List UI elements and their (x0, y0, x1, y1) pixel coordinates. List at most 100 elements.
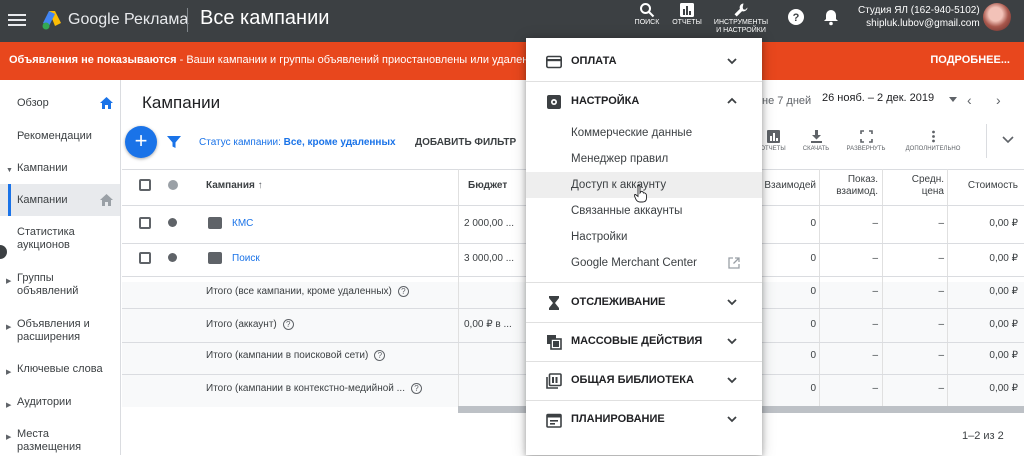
sidebar-item-audiences[interactable]: ▶ Аудитории (0, 396, 120, 410)
sidebar-item-placements[interactable]: ▶ Места размещения (0, 428, 120, 456)
menu-section-tracking[interactable]: ОТСЛЕЖИВАНИЕ (526, 283, 762, 322)
fullscreen-icon (859, 130, 873, 143)
cost-cell: 0,00 ₽ (989, 253, 1018, 264)
menu-item-business-data[interactable]: Коммерческие данные (526, 120, 762, 146)
column-header-avg-cost[interactable]: Средн. цена (886, 174, 944, 198)
date-preset[interactable]: не 7 дней (762, 95, 811, 107)
library-icon (546, 373, 562, 389)
sidebar-item-recommendations[interactable]: Рекомендации (0, 130, 120, 144)
budget-cell[interactable]: 2 000,00 ... (464, 218, 514, 229)
date-range[interactable]: 26 нояб. – 2 дек. 2019 (822, 92, 934, 104)
menu-item-label: Связанные аккаунты (571, 205, 683, 217)
rate-cell: – (872, 253, 878, 264)
status-column-icon (168, 180, 178, 190)
account-info[interactable]: Студия ЯЛ (162-940-5102) shipluk.lubov@g… (858, 4, 980, 30)
sidebar-item-overview[interactable]: Обзор (0, 97, 120, 111)
help-icon[interactable]: ? (787, 8, 805, 26)
rate-cell: – (872, 383, 878, 394)
chevron-down-icon (727, 416, 737, 423)
svg-text:?: ? (793, 12, 800, 24)
filter-icon[interactable] (167, 135, 181, 149)
column-header-interactions[interactable]: Взаимодей (756, 180, 816, 192)
sidebar-item-label: Обзор (17, 97, 49, 109)
divider (187, 8, 188, 32)
help-icon[interactable]: ? (410, 383, 422, 394)
menu-section-shared-library[interactable]: ОБЩАЯ БИБЛИОТЕКА (526, 361, 762, 400)
help-icon[interactable]: ? (397, 286, 409, 297)
rate-cell: – (872, 350, 878, 361)
interactions-cell: 0 (810, 383, 816, 394)
menu-section-bulk-actions[interactable]: МАССОВЫЕ ДЕЙСТВИЯ (526, 322, 762, 361)
avatar[interactable] (983, 3, 1011, 31)
interactions-cell: 0 (810, 319, 816, 330)
cost-cell: 0,00 ₽ (989, 319, 1018, 330)
reports-toolbar-button[interactable]: ОТЧЕТЫ (758, 130, 788, 153)
more-button[interactable]: ДОПОЛНИТЕЛЬНО (900, 130, 966, 153)
menu-icon[interactable] (8, 11, 26, 29)
row-checkbox[interactable] (139, 217, 151, 229)
sidebar-item-campaigns[interactable]: Кампании (0, 184, 120, 216)
menu-section-setup[interactable]: НАСТРОЙКА (526, 82, 762, 121)
sidebar-item-ads-extensions[interactable]: ▶ Объявления и расширения (0, 318, 120, 346)
status-dot-icon[interactable] (168, 218, 177, 227)
download-icon (810, 130, 822, 143)
sidebar-item-auction-insights[interactable]: Статистика аукционов (0, 226, 120, 254)
sidebar-item-keywords[interactable]: ▶ Ключевые слова (0, 363, 120, 377)
notifications-icon[interactable] (822, 8, 840, 26)
menu-item-rules[interactable]: Менеджер правил (526, 146, 762, 172)
add-filter-button[interactable]: ДОБАВИТЬ ФИЛЬТР (415, 137, 516, 148)
menu-section-planning[interactable]: ПЛАНИРОВАНИЕ (526, 400, 762, 439)
next-period-icon[interactable]: › (996, 92, 1001, 108)
expand-button[interactable]: РАЗВЕРНУТЬ (842, 130, 890, 153)
campaign-status-filter[interactable]: Статус кампании: Все, кроме удаленных (199, 137, 396, 148)
add-campaign-button[interactable]: + (125, 126, 157, 158)
selected-indicator (8, 184, 11, 216)
banner-more-link[interactable]: ПОДРОБНЕЕ... (930, 54, 1010, 66)
expand-label: РАЗВЕРНУТЬ (846, 146, 886, 152)
menu-item-merchant-center[interactable]: Google Merchant Center (526, 250, 762, 276)
collapse-arrow-icon: ▶ (6, 402, 12, 409)
avg-cost-cell: – (938, 319, 944, 330)
download-button[interactable]: СКАЧАТЬ (800, 130, 832, 153)
budget-cell[interactable]: 3 000,00 ... (464, 253, 514, 264)
page-title: Все кампании (200, 7, 330, 29)
select-all-checkbox[interactable] (139, 179, 151, 191)
chevron-down-icon[interactable] (1002, 136, 1014, 144)
tools-settings-button[interactable]: ИНСТРУМЕНТЫ И НАСТРОЙКИ (713, 2, 769, 35)
menu-section-label: ПЛАНИРОВАНИЕ (571, 413, 665, 425)
cost-cell: 0,00 ₽ (989, 350, 1018, 361)
column-header-budget[interactable]: Бюджет (468, 180, 507, 192)
row-checkbox[interactable] (139, 252, 151, 264)
campaign-link[interactable]: Поиск (232, 253, 260, 264)
help-icon[interactable]: ? (282, 319, 294, 330)
prev-period-icon[interactable]: ‹ (967, 92, 972, 108)
total-row-label: Итого (все кампании, кроме удаленных)? (206, 286, 409, 297)
column-header-cost[interactable]: Стоимость (950, 180, 1018, 192)
sidebar: Обзор Рекомендации ▼ Кампании Кампании С… (0, 80, 121, 455)
sidebar-item-label: Объявления и расширения (17, 318, 90, 343)
avg-cost-cell: – (938, 218, 944, 229)
column-header-campaign[interactable]: Кампания ↑ (206, 180, 263, 192)
reports-button[interactable]: ОТЧЕТЫ (672, 2, 702, 27)
sidebar-item-campaigns-group[interactable]: ▼ Кампании (0, 162, 120, 176)
reports-toolbar-label: ОТЧЕТЫ (760, 146, 786, 152)
interactions-cell: 0 (810, 253, 816, 264)
search-button[interactable]: ПОИСК (634, 2, 660, 27)
help-icon[interactable]: ? (374, 350, 386, 361)
status-dot-icon[interactable] (168, 253, 177, 262)
menu-item-settings[interactable]: Настройки (526, 224, 762, 250)
tools-menu: ОПЛАТА НАСТРОЙКА Коммерческие данные Мен… (526, 38, 762, 455)
sidebar-item-label: Группы объявлений (17, 272, 79, 297)
wrench-icon (734, 3, 748, 17)
alert-banner: Объявления не показываются - Ваши кампан… (0, 42, 1024, 80)
date-dropdown-icon[interactable] (949, 97, 957, 102)
menu-section-payment[interactable]: ОПЛАТА (526, 42, 762, 81)
sidebar-item-ad-groups[interactable]: ▶ Группы объявлений (0, 272, 120, 300)
column-header-interaction-rate[interactable]: Показ. взаимод. (822, 174, 878, 198)
avg-cost-cell: – (938, 350, 944, 361)
account-name: Студия ЯЛ (162-940-5102) (858, 5, 980, 16)
menu-item-label: Коммерческие данные (571, 127, 693, 139)
sidebar-item-label: Рекомендации (17, 130, 92, 142)
campaign-link[interactable]: КМС (232, 218, 253, 229)
credit-card-icon (546, 55, 562, 69)
